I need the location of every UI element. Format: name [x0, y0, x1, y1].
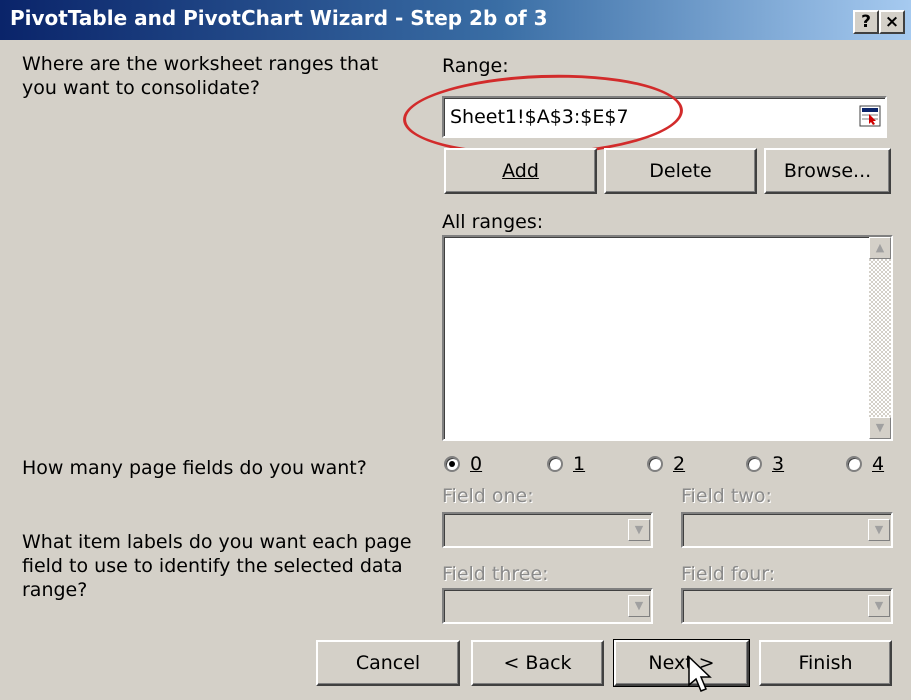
option-2-label: 2 — [673, 453, 686, 475]
back-button[interactable]: < Back — [471, 640, 604, 686]
scroll-up-icon[interactable]: ▲ — [869, 237, 891, 259]
radio-3[interactable] — [746, 456, 762, 472]
next-button[interactable]: Next > — [613, 639, 750, 687]
browse-label: Browse... — [783, 160, 872, 182]
range-picker-icon[interactable] — [859, 105, 881, 127]
option-4-label: 4 — [872, 453, 885, 475]
close-button[interactable]: × — [879, 10, 905, 34]
field-four-label: Field four: — [681, 563, 776, 585]
item-labels-question: What item labels do you want each page f… — [22, 531, 412, 601]
all-ranges-scrollbar[interactable] — [869, 237, 891, 439]
radio-0[interactable] — [444, 456, 460, 472]
field-three-label: Field three: — [442, 563, 549, 585]
next-label: Next > — [648, 652, 715, 674]
scroll-down-icon[interactable]: ▼ — [869, 417, 891, 439]
delete-label: Delete — [649, 160, 712, 182]
finish-label: Finish — [798, 652, 853, 674]
radio-1[interactable] — [547, 456, 563, 472]
chevron-down-icon[interactable]: ▼ — [628, 519, 650, 541]
field-one-label: Field one: — [442, 485, 534, 507]
field-two-dropdown[interactable]: ▼ — [681, 512, 893, 548]
field-three-dropdown[interactable]: ▼ — [442, 588, 653, 624]
back-label: < Back — [503, 652, 572, 674]
help-button[interactable]: ? — [853, 10, 879, 34]
browse-button[interactable]: Browse... — [764, 148, 891, 194]
chevron-down-icon[interactable]: ▼ — [868, 595, 890, 617]
option-3-label: 3 — [772, 453, 785, 475]
field-one-dropdown[interactable]: ▼ — [442, 512, 653, 548]
field-four-dropdown[interactable]: ▼ — [681, 588, 893, 624]
page-fields-question: How many page fields do you want? — [22, 457, 367, 479]
chevron-down-icon[interactable]: ▼ — [868, 519, 890, 541]
annotation-ellipse — [401, 70, 685, 160]
consolidate-question: Where are the worksheet ranges that you … — [22, 53, 379, 99]
add-button[interactable]: Add — [444, 148, 597, 194]
window-title: PivotTable and PivotChart Wizard - Step … — [10, 6, 548, 30]
cancel-label: Cancel — [355, 652, 421, 674]
delete-button[interactable]: Delete — [604, 148, 757, 194]
radio-4[interactable] — [846, 456, 862, 472]
cancel-button[interactable]: Cancel — [316, 640, 460, 686]
range-label: Range: — [442, 55, 509, 77]
all-ranges-label: All ranges: — [442, 211, 544, 233]
finish-button[interactable]: Finish — [759, 640, 892, 686]
mouse-pointer-icon — [687, 655, 713, 695]
chevron-down-icon[interactable]: ▼ — [628, 595, 650, 617]
option-0-label: 0 — [470, 453, 483, 475]
all-ranges-list[interactable]: ▲ ▼ — [442, 235, 893, 441]
radio-2[interactable] — [647, 456, 663, 472]
option-1-label: 1 — [573, 453, 586, 475]
add-label: Add — [502, 160, 539, 182]
field-two-label: Field two: — [681, 485, 772, 507]
